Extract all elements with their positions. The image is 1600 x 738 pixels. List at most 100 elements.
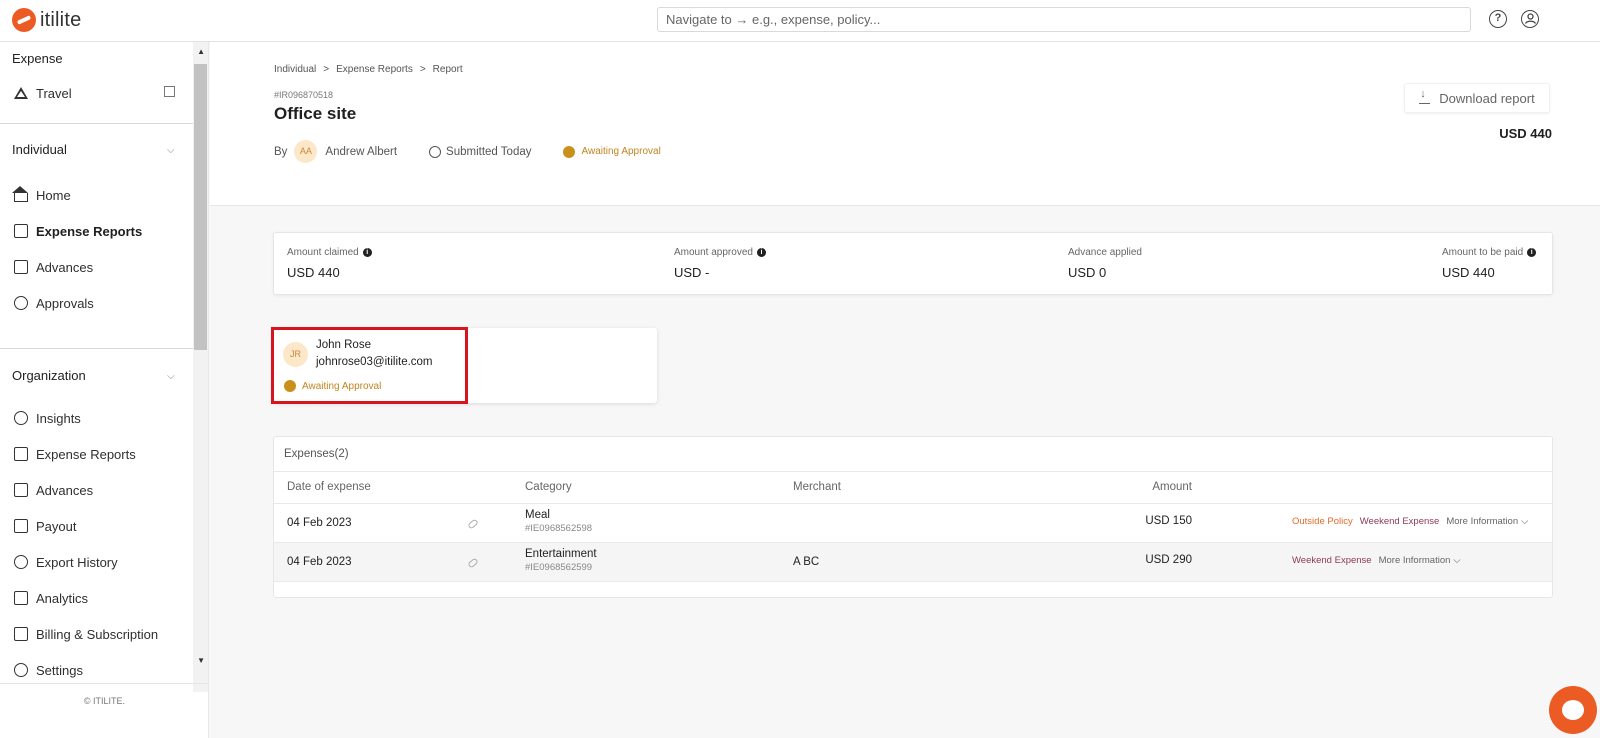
report-byline: By AA Andrew Albert Submitted Today Awai… bbox=[274, 140, 661, 163]
sidebar-item-label: Expense Reports bbox=[36, 446, 136, 462]
chevron-down-icon[interactable]: ⌵ bbox=[167, 371, 175, 382]
help-icon[interactable]: ? bbox=[1489, 10, 1507, 28]
sidebar-item-home[interactable]: Home bbox=[12, 185, 71, 205]
expense-section-title: Expense bbox=[12, 51, 63, 66]
sidebar-divider bbox=[0, 123, 193, 124]
sidebar-scrollbar[interactable]: ▲ ▼ bbox=[193, 42, 208, 692]
category-label: Meal bbox=[525, 509, 550, 521]
individual-section-title[interactable]: Individual bbox=[12, 142, 67, 157]
category-label: Entertainment bbox=[525, 548, 597, 560]
info-icon[interactable]: i bbox=[362, 248, 372, 257]
table-row[interactable]: 04 Feb 2023 Meal #IE0968562598 USD 150 O… bbox=[274, 504, 1552, 543]
navigate-search-input[interactable] bbox=[657, 7, 1471, 32]
sidebar-item-expense-reports[interactable]: Expense Reports bbox=[14, 221, 142, 241]
chevron-down-icon[interactable]: ⌵ bbox=[1453, 555, 1460, 566]
status-badge: Awaiting Approval bbox=[581, 146, 661, 157]
table-row[interactable]: 04 Feb 2023 Entertainment #IE0968562599 … bbox=[274, 543, 1552, 582]
sidebar-item-label: Expense Reports bbox=[36, 223, 143, 239]
card-icon bbox=[14, 519, 28, 533]
sidebar-item-payout[interactable]: Payout bbox=[14, 516, 76, 536]
check-circle-icon bbox=[14, 296, 28, 310]
sidebar-item-org-expense-reports[interactable]: Expense Reports bbox=[14, 444, 136, 464]
chat-button[interactable] bbox=[1549, 686, 1597, 734]
clock-icon bbox=[429, 145, 442, 158]
amount-summary-card: Amount claimed i USD 440 Amount approved i… bbox=[273, 232, 1553, 295]
external-link-icon[interactable] bbox=[164, 86, 175, 97]
amount-to-pay-value: USD 440 bbox=[1442, 265, 1495, 280]
advance-applied: Advance applied USD 0 bbox=[1068, 247, 1142, 280]
sidebar-item-billing[interactable]: Billing & Subscription bbox=[14, 624, 158, 644]
download-report-button[interactable]: Download report bbox=[1404, 83, 1550, 113]
attachment-icon[interactable] bbox=[467, 518, 479, 530]
column-date: Date of expense bbox=[287, 481, 371, 493]
sidebar-item-label: Home bbox=[36, 187, 71, 203]
column-merchant: Merchant bbox=[793, 481, 841, 493]
travel-icon bbox=[14, 87, 28, 99]
avatar: AA bbox=[294, 140, 318, 163]
amount-to-be-paid: Amount to be paid i USD 440 bbox=[1442, 247, 1537, 280]
page-title: Office site bbox=[274, 104, 357, 123]
info-icon[interactable]: i bbox=[756, 248, 766, 257]
sidebar-item-approvals[interactable]: Approvals bbox=[14, 293, 94, 313]
amount-approved-value: USD - bbox=[674, 265, 710, 280]
sidebar-item-org-advances[interactable]: Advances bbox=[14, 480, 93, 500]
attachment-icon[interactable] bbox=[467, 557, 479, 569]
advance-applied-value: USD 0 bbox=[1068, 265, 1107, 280]
report-total: USD 440 bbox=[1499, 126, 1552, 141]
sidebar-item-label: Analytics bbox=[36, 590, 89, 606]
sidebar-item-label: Approvals bbox=[36, 295, 94, 311]
sidebar-divider bbox=[0, 348, 193, 349]
amount-approved-label: Amount approved bbox=[674, 247, 753, 258]
itilite-logo[interactable]: itilite bbox=[12, 8, 81, 32]
scrollbar-thumb[interactable] bbox=[194, 64, 207, 350]
amount-claimed-value: USD 440 bbox=[287, 265, 340, 280]
approver-highlight-box bbox=[271, 327, 468, 404]
expense-date: 04 Feb 2023 bbox=[287, 556, 352, 568]
expense-id: #IE0968562598 bbox=[525, 523, 593, 534]
breadcrumb-expense-reports[interactable]: Expense Reports bbox=[336, 64, 413, 75]
amount-claimed: Amount claimed i USD 440 bbox=[287, 247, 372, 280]
more-information-link[interactable]: More Information bbox=[1379, 555, 1451, 566]
breadcrumb-separator: > bbox=[419, 64, 426, 75]
info-icon[interactable]: i bbox=[1527, 248, 1537, 257]
sidebar-item-label: Travel bbox=[36, 85, 72, 101]
user-glyph-icon bbox=[1524, 13, 1536, 24]
scroll-up-icon[interactable]: ▲ bbox=[197, 47, 205, 56]
sidebar-item-analytics[interactable]: Analytics bbox=[14, 588, 88, 608]
column-amount: Amount bbox=[1152, 481, 1192, 493]
breadcrumb-individual[interactable]: Individual bbox=[274, 64, 316, 75]
expense-tags: Outside Policy Weekend Expense More Info… bbox=[1292, 516, 1528, 527]
history-icon bbox=[14, 555, 28, 569]
sidebar-item-label: Insights bbox=[36, 410, 81, 426]
account-icon[interactable] bbox=[1521, 10, 1539, 28]
logo-plane-icon bbox=[12, 8, 36, 32]
expense-amount: USD 150 bbox=[1145, 515, 1192, 527]
expense-date: 04 Feb 2023 bbox=[287, 517, 352, 529]
sidebar-item-travel[interactable]: Travel bbox=[14, 83, 72, 103]
advance-applied-label: Advance applied bbox=[1068, 247, 1142, 258]
organization-section-title[interactable]: Organization bbox=[12, 368, 86, 383]
report-id: #IR096870518 bbox=[274, 90, 334, 100]
sidebar-item-insights[interactable]: Insights bbox=[14, 408, 81, 428]
sidebar-item-advances[interactable]: Advances bbox=[14, 257, 93, 277]
receipt-icon bbox=[14, 224, 28, 238]
sidebar-item-settings[interactable]: Settings bbox=[14, 660, 83, 680]
sidebar-item-label: Settings bbox=[36, 662, 83, 678]
expense-merchant: A BC bbox=[793, 556, 820, 568]
sidebar-item-export-history[interactable]: Export History bbox=[14, 552, 118, 572]
breadcrumb-report: Report bbox=[432, 64, 463, 75]
chevron-down-icon[interactable]: ⌵ bbox=[1521, 516, 1528, 527]
amount-approved: Amount approved i USD - bbox=[674, 247, 766, 280]
scroll-down-icon[interactable]: ▼ bbox=[197, 656, 205, 665]
sidebar-item-label: Payout bbox=[36, 518, 77, 534]
expense-id: #IE0968562599 bbox=[525, 562, 593, 573]
chevron-down-icon[interactable]: ⌵ bbox=[167, 145, 175, 156]
breadcrumb-separator: > bbox=[323, 64, 330, 75]
sidebar: ▲ ▼ Expense Travel Individual ⌵ Home Exp… bbox=[0, 42, 209, 738]
expenses-table: Expenses(2) Date of expense Category Mer… bbox=[273, 436, 1553, 598]
report-header: Individual > Expense Reports > Report #I… bbox=[210, 42, 1600, 206]
expense-category: Entertainment #IE0968562599 bbox=[525, 548, 597, 573]
weekend-expense-tag: Weekend Expense bbox=[1359, 516, 1440, 527]
more-information-link[interactable]: More Information bbox=[1446, 516, 1518, 527]
sidebar-item-label: Billing & Subscription bbox=[36, 626, 159, 642]
